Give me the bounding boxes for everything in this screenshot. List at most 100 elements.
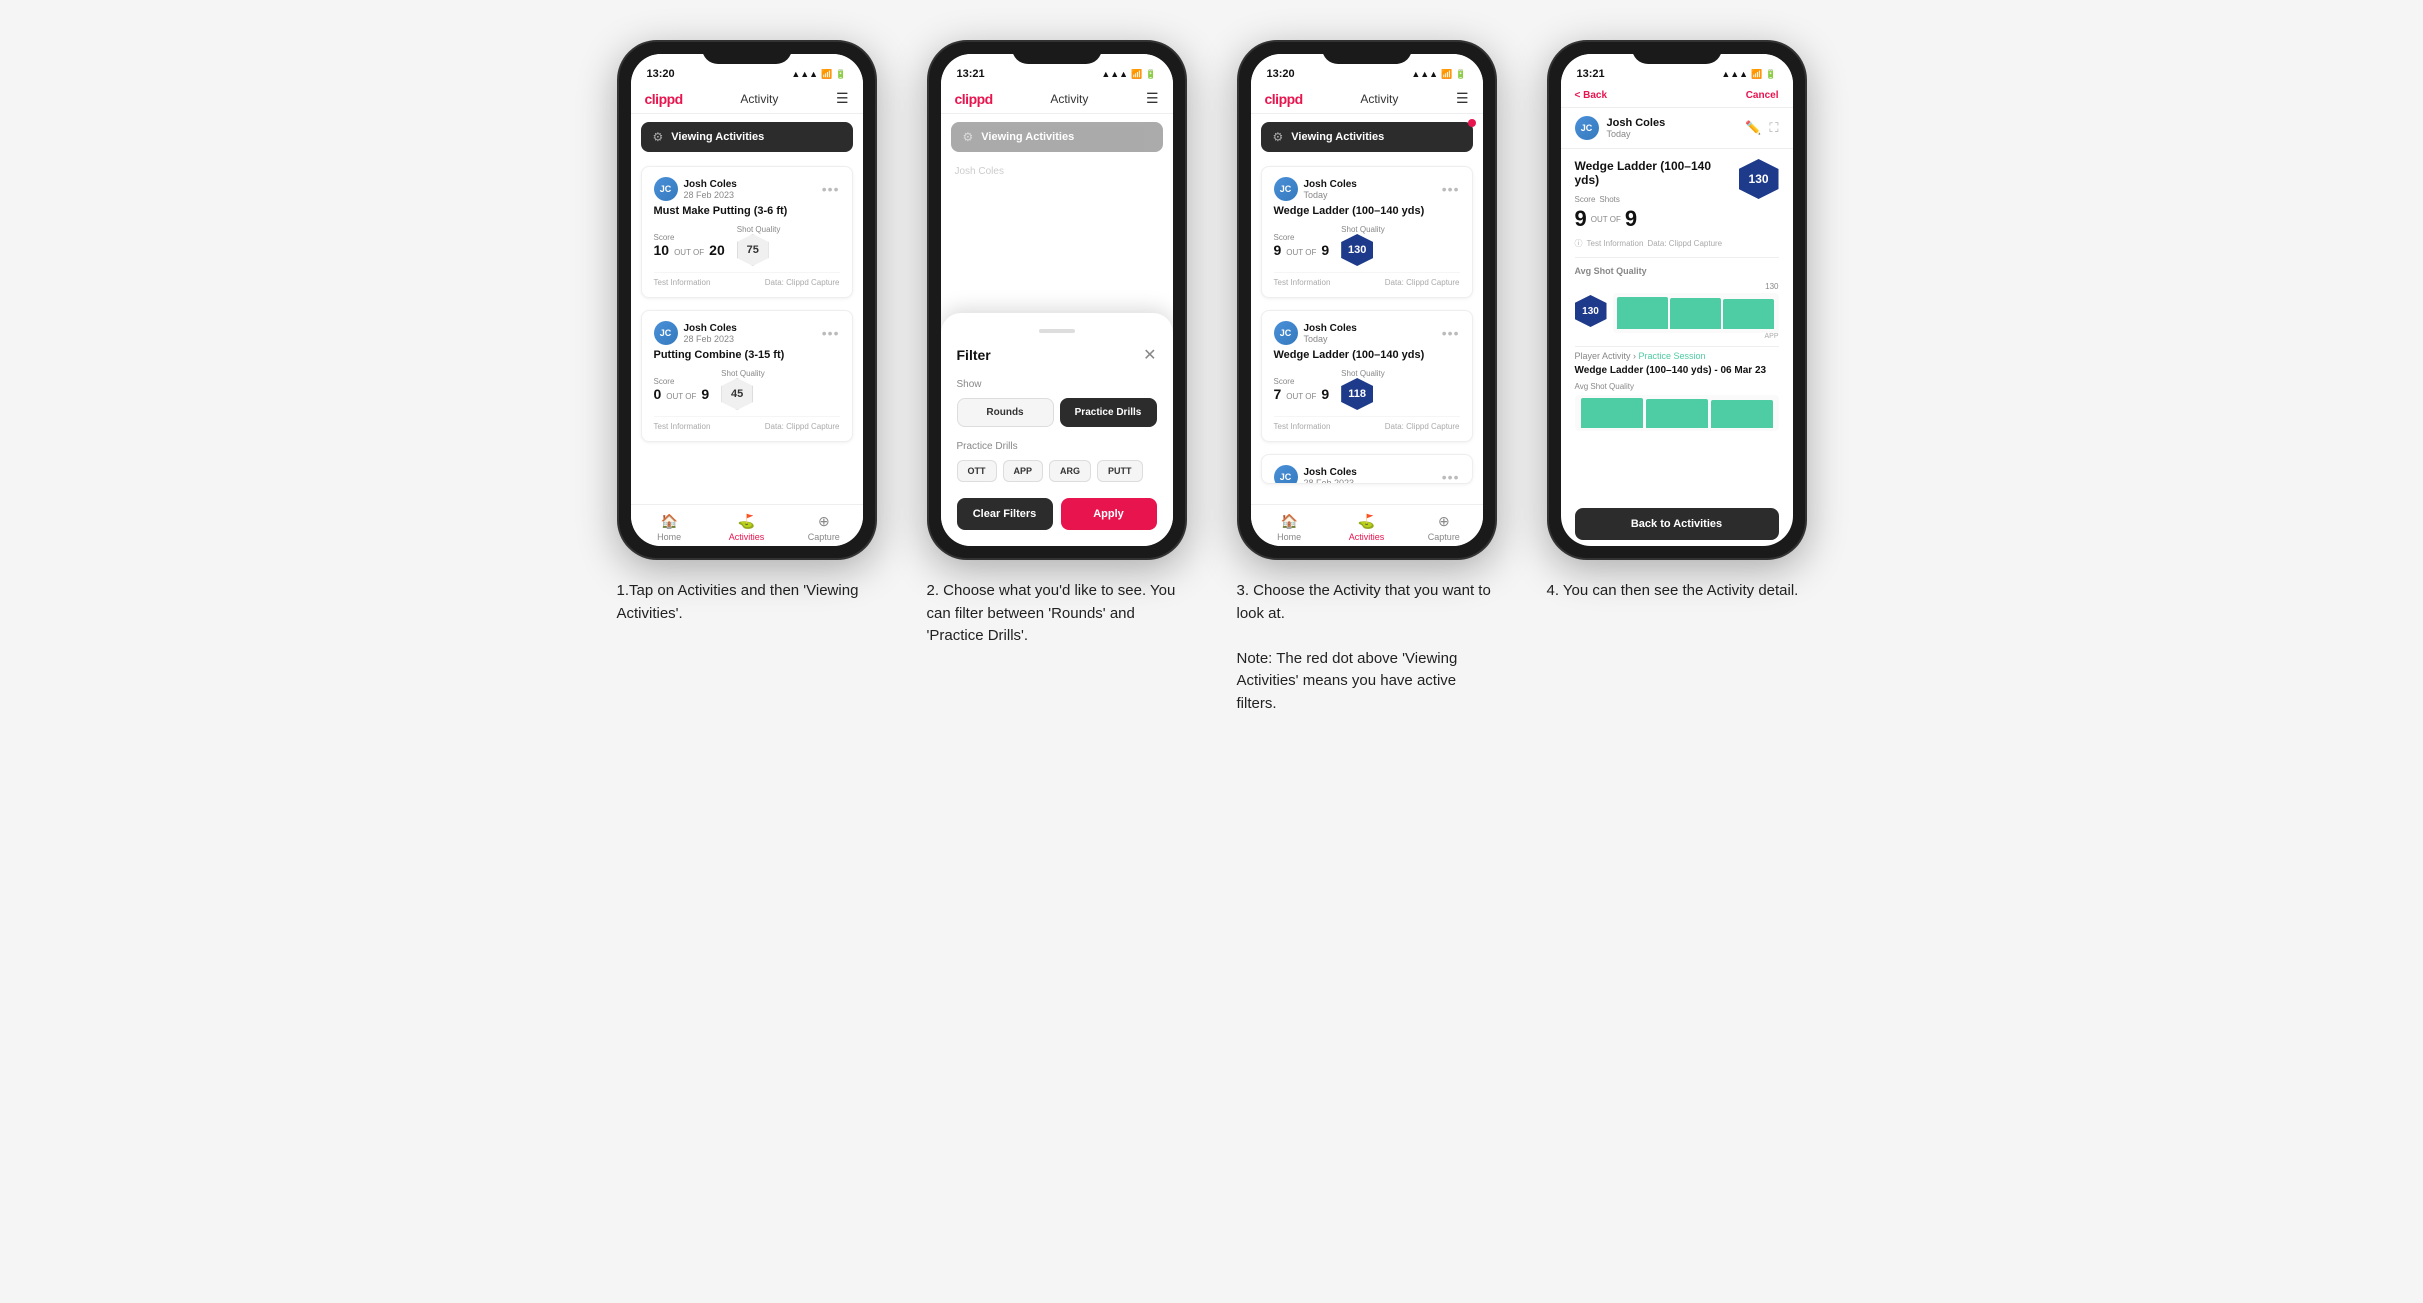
- avatar-1: JC: [654, 177, 678, 201]
- chart-bar-3: [1723, 299, 1774, 329]
- stat-sq-3-1: Shot Quality 130: [1341, 225, 1385, 266]
- activity-card-2[interactable]: JC Josh Coles 28 Feb 2023 ••• Putting Co…: [641, 310, 853, 442]
- activity-card-1[interactable]: JC Josh Coles 28 Feb 2023 ••• Must Make …: [641, 166, 853, 298]
- card-footer-2: Test Information Data: Clippd Capture: [654, 416, 840, 431]
- filter-tag-row: OTT APP ARG PUTT: [957, 460, 1157, 482]
- capture-label-1: Capture: [808, 532, 840, 542]
- filter-toggle-row: Rounds Practice Drills: [957, 398, 1157, 427]
- menu-icon-1[interactable]: ☰: [836, 90, 849, 107]
- card-stats-3-1: Score 9 OUT OF 9 Shot Quality 130: [1274, 225, 1460, 266]
- bottom-nav-1: 🏠 Home ⛳ Activities ⊕ Capture: [631, 504, 863, 546]
- viewing-banner-3[interactable]: ⚙ Viewing Activities: [1261, 122, 1473, 152]
- back-btn[interactable]: < Back: [1575, 90, 1608, 101]
- edit-icon[interactable]: ✏️: [1745, 120, 1761, 136]
- practice-session-span: Practice Session: [1639, 351, 1706, 361]
- filter-icon-1: ⚙: [653, 130, 664, 144]
- nav-home-3[interactable]: 🏠 Home: [1251, 513, 1328, 542]
- viewing-banner-1[interactable]: ⚙ Viewing Activities: [641, 122, 853, 152]
- data-label-3-1: Data: Clippd Capture: [1385, 278, 1460, 287]
- menu-icon-2[interactable]: ☰: [1146, 90, 1159, 107]
- detail-header: < Back Cancel: [1561, 84, 1793, 108]
- sq-badge-3-1: 130: [1341, 234, 1373, 266]
- score-label-3-1: Score: [1274, 233, 1330, 242]
- avatar-4: JC: [1575, 116, 1599, 140]
- apply-btn[interactable]: Apply: [1061, 498, 1157, 530]
- tag-arg[interactable]: ARG: [1049, 460, 1091, 482]
- activity-card-3-1[interactable]: JC Josh Coles Today ••• Wedge Ladder (10…: [1261, 166, 1473, 298]
- divider-4: [1575, 257, 1779, 258]
- outof-3-1: OUT OF: [1286, 248, 1316, 257]
- activity-card-3-3[interactable]: JC Josh Coles 28 Feb 2023 •••: [1261, 454, 1473, 484]
- sq-label-3-2: Shot Quality: [1341, 369, 1385, 378]
- detail-sq-hex: 130: [1739, 159, 1779, 199]
- session-title: Wedge Ladder (100–140 yds) - 06 Mar 23: [1575, 365, 1779, 376]
- rounds-btn[interactable]: Rounds: [957, 398, 1054, 427]
- banner-text-3: Viewing Activities: [1291, 131, 1384, 143]
- tag-putt[interactable]: PUTT: [1097, 460, 1143, 482]
- show-label: Show: [957, 379, 1157, 390]
- shots-value-1: 20: [709, 242, 725, 258]
- red-dot-3: [1468, 119, 1476, 127]
- phone-4-col: 13:21 ▲▲▲ 📶 🔋 < Back Cancel JC: [1537, 40, 1817, 603]
- app-title-1: Activity: [740, 92, 778, 106]
- card-header-3-1: JC Josh Coles Today •••: [1274, 177, 1460, 201]
- status-icons-4: ▲▲▲ 📶 🔋: [1721, 69, 1776, 80]
- practice-btn[interactable]: Practice Drills: [1060, 398, 1157, 427]
- wifi-icon: 📶: [821, 69, 832, 80]
- status-icons-3: ▲▲▲ 📶 🔋: [1411, 69, 1466, 80]
- activities-label-3: Activities: [1349, 532, 1385, 542]
- status-time-2: 13:21: [957, 68, 985, 80]
- nav-activities-3[interactable]: ⛳ Activities: [1328, 513, 1405, 542]
- card-menu-2[interactable]: •••: [822, 325, 840, 341]
- capture-icon-1: ⊕: [818, 513, 830, 530]
- home-label-3: Home: [1277, 532, 1301, 542]
- expand-icon[interactable]: ⛶: [1769, 120, 1778, 136]
- tag-ott[interactable]: OTT: [957, 460, 997, 482]
- detail-user-info: JC Josh Coles Today: [1575, 116, 1666, 140]
- card-menu-1[interactable]: •••: [822, 181, 840, 197]
- cancel-btn[interactable]: Cancel: [1746, 90, 1779, 101]
- status-icons-1: ▲▲▲ 📶 🔋: [791, 69, 846, 80]
- phone-2-notch: [1012, 42, 1102, 64]
- mini-bar-1: [1581, 398, 1643, 428]
- nav-capture-1[interactable]: ⊕ Capture: [785, 513, 862, 542]
- card-menu-3-2[interactable]: •••: [1442, 325, 1460, 341]
- menu-icon-3[interactable]: ☰: [1456, 90, 1469, 107]
- user-name-2: Josh Coles: [684, 323, 737, 334]
- sq-label-3-1: Shot Quality: [1341, 225, 1385, 234]
- phone-4-screen: 13:21 ▲▲▲ 📶 🔋 < Back Cancel JC: [1561, 54, 1793, 546]
- card-menu-3-3[interactable]: •••: [1442, 469, 1460, 484]
- tag-app[interactable]: APP: [1003, 460, 1044, 482]
- signal-icon-2: ▲▲▲: [1101, 69, 1128, 79]
- test-info-text-4: Test Information: [1587, 239, 1644, 248]
- back-to-activities[interactable]: Back to Activities: [1575, 508, 1779, 540]
- nav-home-1[interactable]: 🏠 Home: [631, 513, 708, 542]
- nav-capture-3[interactable]: ⊕ Capture: [1405, 513, 1482, 542]
- screen-content-1: ⚙ Viewing Activities JC Josh Coles 28 Fe…: [631, 114, 863, 504]
- card-menu-3-1[interactable]: •••: [1442, 181, 1460, 197]
- stat-sq-3-2: Shot Quality 118: [1341, 369, 1385, 410]
- card-stats-2: Score 0 OUT OF 9 Shot Quality 45: [654, 369, 840, 410]
- clear-filters-btn[interactable]: Clear Filters: [957, 498, 1053, 530]
- mini-bar-2: [1646, 399, 1708, 428]
- phone-3-notch: [1322, 42, 1412, 64]
- detail-shots: 9: [1625, 206, 1637, 232]
- app-navbar-2: clippd Activity ☰: [941, 84, 1173, 114]
- caption-1: 1.Tap on Activities and then 'Viewing Ac…: [617, 580, 877, 625]
- card-header-3-2: JC Josh Coles Today •••: [1274, 321, 1460, 345]
- close-icon[interactable]: ✕: [1143, 345, 1156, 365]
- detail-outof: OUT OF: [1591, 215, 1621, 224]
- user-name-3-3: Josh Coles: [1304, 467, 1357, 478]
- data-label-4: Data: Clippd Capture: [1647, 239, 1722, 248]
- detail-score: 9: [1575, 206, 1587, 232]
- viewing-banner-2: ⚙ Viewing Activities: [951, 122, 1163, 152]
- activity-card-3-2[interactable]: JC Josh Coles Today ••• Wedge Ladder (10…: [1261, 310, 1473, 442]
- score-value-3-2: 7: [1274, 386, 1282, 402]
- phone-3-frame: 13:20 ▲▲▲ 📶 🔋 clippd Activity ☰ ⚙: [1237, 40, 1497, 560]
- signal-icon-3: ▲▲▲: [1411, 69, 1438, 79]
- nav-activities-1[interactable]: ⛳ Activities: [708, 513, 785, 542]
- screen-content-3: ⚙ Viewing Activities JC Josh Coles Today: [1251, 114, 1483, 504]
- card-stats-1: Score 10 OUT OF 20 Shot Quality 75: [654, 225, 840, 266]
- card-title-3-2: Wedge Ladder (100–140 yds): [1274, 349, 1460, 361]
- user-info-3-3: JC Josh Coles 28 Feb 2023: [1274, 465, 1357, 484]
